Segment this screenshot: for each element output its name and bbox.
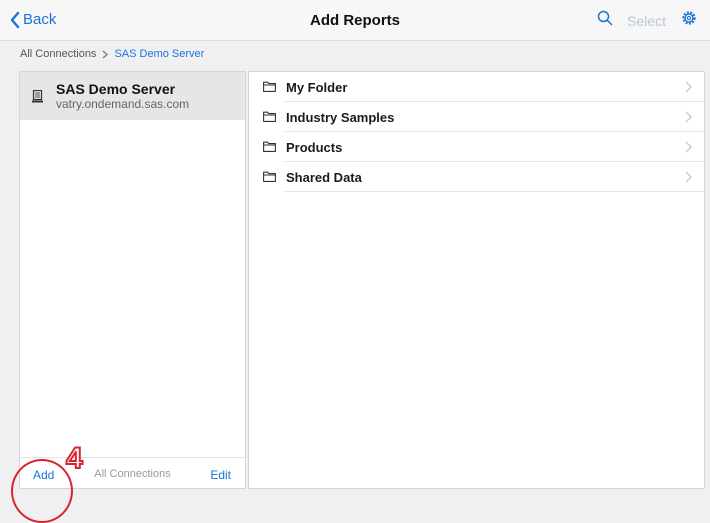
folder-icon [263,171,276,182]
highlight-circle [11,459,73,523]
connections-panel: SAS Demo Server vatry.ondemand.sas.com A… [19,71,246,489]
search-button[interactable] [597,10,613,31]
edit-button[interactable]: Edit [210,468,231,482]
folder-icon [263,141,276,152]
search-icon [597,10,613,26]
folder-icon [263,81,276,92]
folders-panel: My Folder Industry Samples Products Shar… [248,71,705,489]
navigation-bar: Back Add Reports Select [0,0,710,41]
folder-row-my-folder[interactable]: My Folder [249,72,704,102]
select-button[interactable]: Select [627,13,666,29]
chevron-right-icon [685,171,692,183]
row-divider [285,191,704,192]
folder-row-industry-samples[interactable]: Industry Samples [249,102,704,132]
connection-host: vatry.ondemand.sas.com [56,97,190,111]
breadcrumb-all-connections[interactable]: All Connections [20,48,96,60]
chevron-right-icon [685,81,692,93]
server-icon [32,90,43,103]
breadcrumb-current: SAS Demo Server [114,48,205,60]
folder-row-products[interactable]: Products [249,132,704,162]
folder-label: Shared Data [286,170,362,185]
connection-name: SAS Demo Server [56,81,176,97]
connection-item[interactable]: SAS Demo Server vatry.ondemand.sas.com [20,72,245,120]
folder-label: Products [286,140,343,155]
chevron-right-icon [685,141,692,153]
chevron-right-icon [685,111,692,123]
folder-label: My Folder [286,80,348,95]
breadcrumb: All Connections SAS Demo Server [20,48,204,60]
chevron-right-icon [103,50,109,58]
gear-icon [682,11,696,25]
step-number-annotation: 4 [65,442,84,475]
folder-icon [263,111,276,122]
folder-label: Industry Samples [286,110,395,125]
settings-button[interactable] [680,9,698,32]
folder-row-shared-data[interactable]: Shared Data [249,162,704,192]
